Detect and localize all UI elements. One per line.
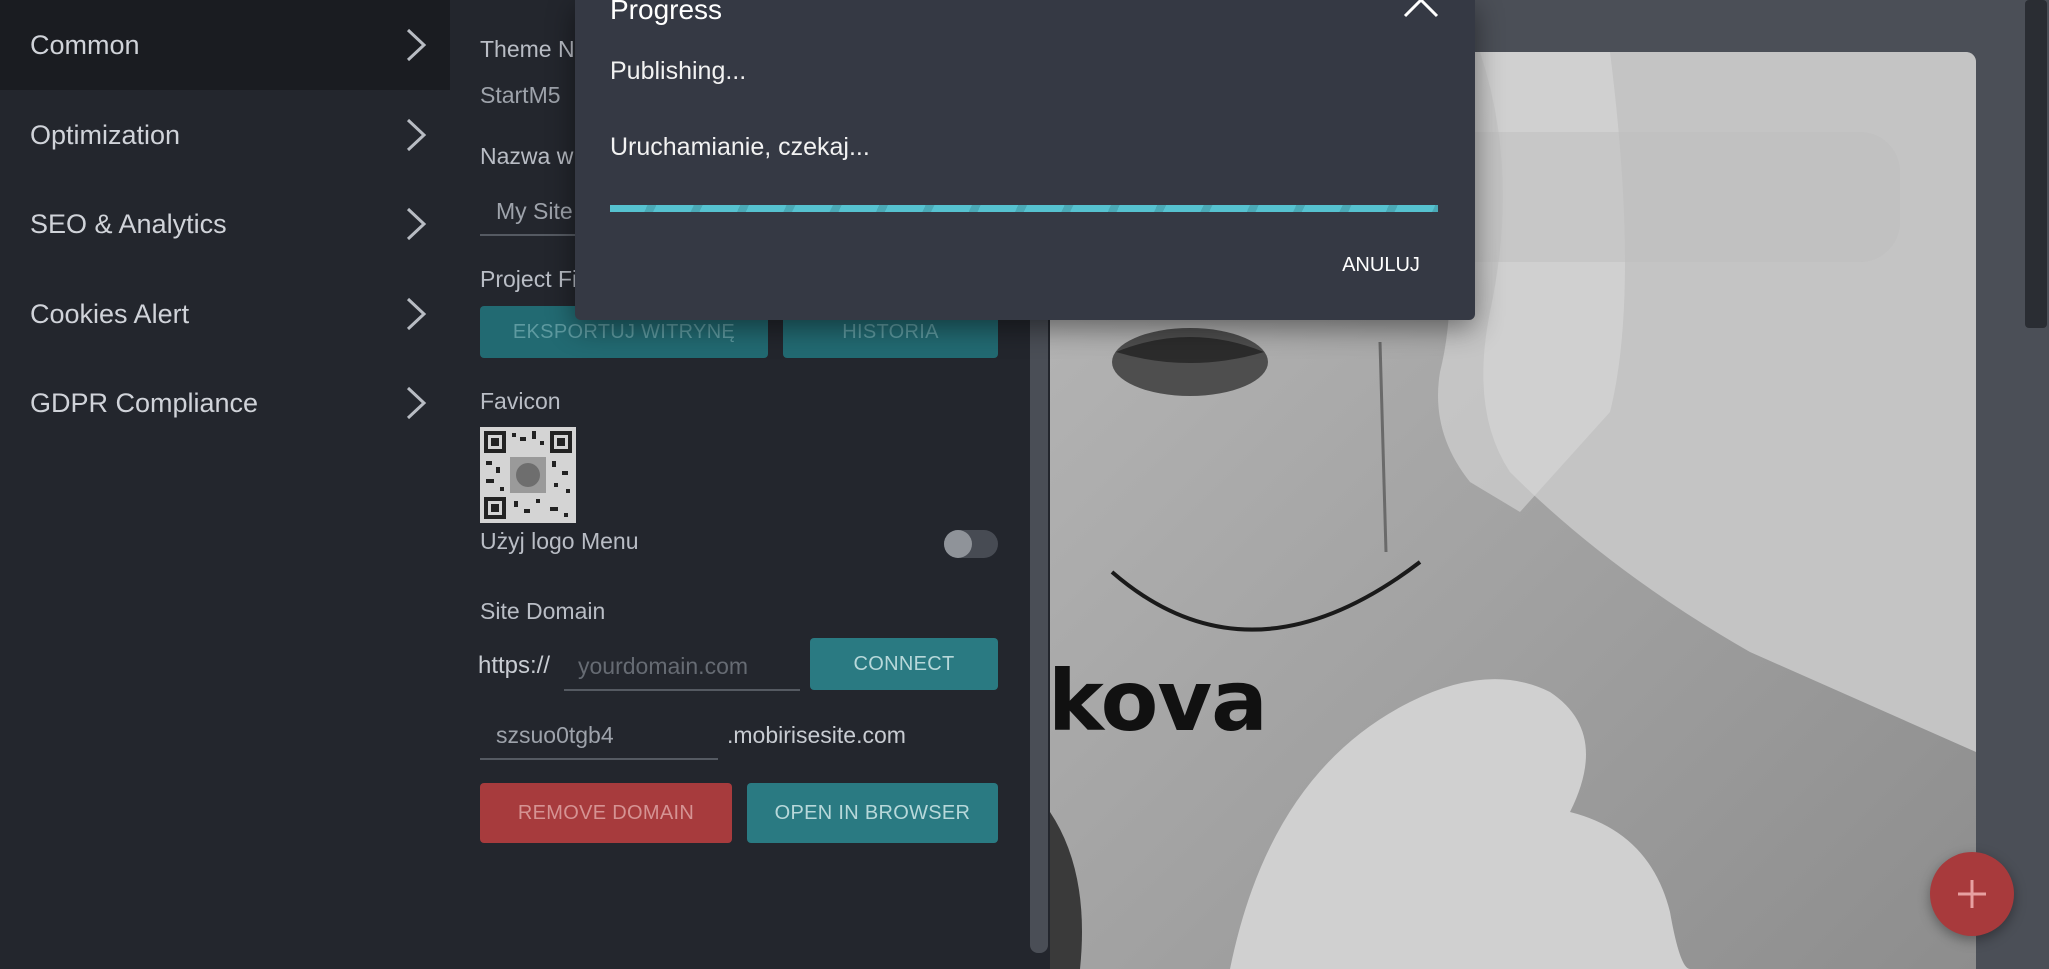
subdomain-suffix: .mobirisesite.com: [727, 722, 906, 748]
chevron-right-icon: [406, 118, 427, 152]
settings-nav: Common Optimization SEO & Analytics Cook…: [0, 0, 450, 969]
use-logo-menu-label: Użyj logo Menu: [480, 528, 639, 554]
nav-item-optimization[interactable]: Optimization: [0, 90, 450, 180]
project-files-label: Project Fi: [480, 266, 578, 292]
chevron-right-icon: [406, 297, 427, 331]
favicon-qr-image[interactable]: [480, 427, 576, 523]
remove-domain-button[interactable]: REMOVE DOMAIN: [480, 783, 732, 843]
progress-dialog: Progress Publishing... Uruchamianie, cze…: [575, 0, 1475, 320]
close-icon[interactable]: [1401, 0, 1441, 20]
subdomain-input[interactable]: szsuo0tgb4: [496, 722, 614, 749]
dialog-status: Uruchamianie, czekaj...: [610, 133, 870, 161]
chevron-right-icon: [406, 28, 427, 62]
https-prefix: https://: [478, 652, 551, 679]
subdomain-underline: [480, 758, 718, 760]
toggle-knob: [944, 530, 972, 558]
chevron-right-icon: [406, 207, 427, 241]
theme-name-value: StartM5: [480, 82, 561, 108]
plus-icon: [1958, 880, 1986, 908]
preview-title-fragment: kova: [1050, 652, 1268, 750]
chevron-right-icon: [406, 386, 427, 420]
nav-item-label: GDPR Compliance: [30, 387, 259, 418]
domain-input[interactable]: yourdomain.com: [578, 653, 748, 680]
nav-item-gdpr-compliance[interactable]: GDPR Compliance: [0, 358, 450, 448]
connect-button[interactable]: CONNECT: [810, 638, 998, 690]
nav-item-cookies-alert[interactable]: Cookies Alert: [0, 269, 450, 359]
progress-bar-fill: [610, 205, 1438, 212]
site-name-underline: [480, 234, 590, 236]
nav-item-seo-analytics[interactable]: SEO & Analytics: [0, 179, 450, 269]
favicon-label: Favicon: [480, 388, 561, 414]
nav-item-common[interactable]: Common: [0, 0, 450, 90]
site-domain-label: Site Domain: [480, 598, 606, 624]
nav-item-label: Common: [30, 29, 140, 60]
open-in-browser-button[interactable]: OPEN IN BROWSER: [747, 783, 998, 843]
nav-item-label: SEO & Analytics: [30, 208, 227, 239]
use-logo-menu-toggle[interactable]: [944, 530, 998, 558]
preview-scrollbar[interactable]: [2025, 0, 2047, 328]
progress-bar: [610, 205, 1438, 212]
nav-item-label: Optimization: [30, 119, 181, 150]
add-block-button[interactable]: [1930, 852, 2014, 936]
theme-name-label: Theme Na: [480, 36, 588, 62]
site-name-label: Nazwa w: [480, 143, 574, 169]
nav-item-label: Cookies Alert: [30, 298, 190, 329]
site-name-input[interactable]: My Site: [496, 198, 573, 225]
dialog-message: Publishing...: [610, 57, 747, 85]
cancel-button[interactable]: ANULUJ: [1335, 248, 1427, 282]
dialog-title: Progress: [610, 0, 723, 25]
domain-underline: [564, 689, 800, 691]
